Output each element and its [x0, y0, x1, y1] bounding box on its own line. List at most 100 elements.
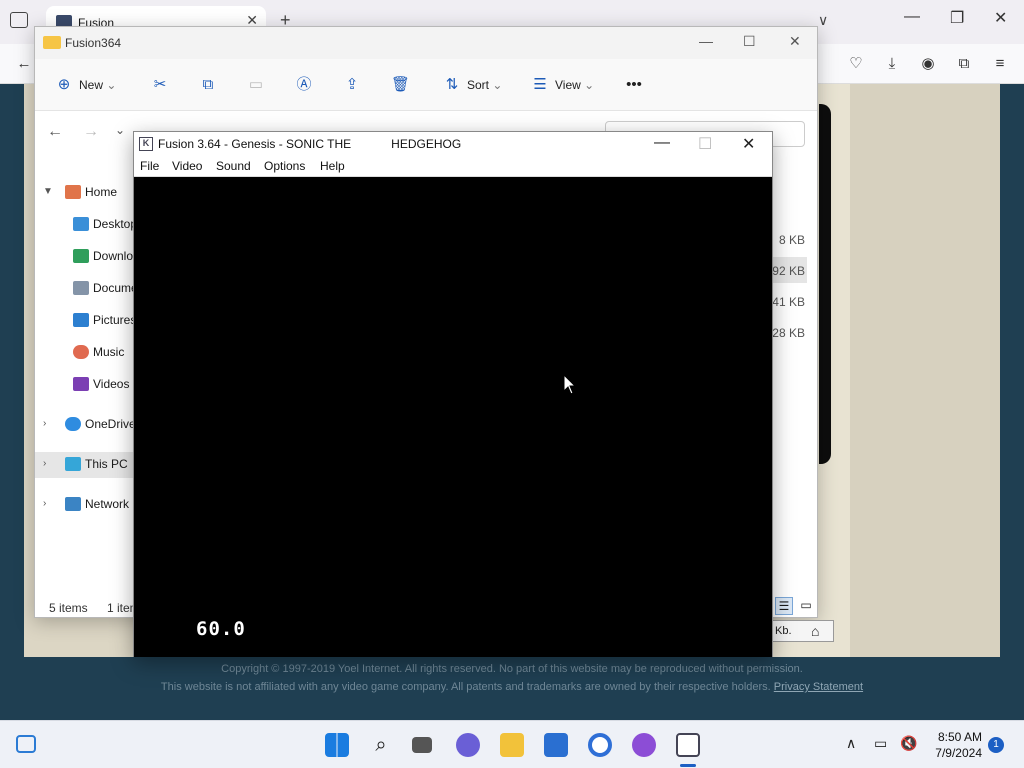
share-icon: ⇪	[345, 76, 359, 93]
nav-item-pictures[interactable]: Pictures	[35, 309, 145, 331]
navigation-pane: ▼ Home Desktop Downloads Documents Pictu…	[35, 167, 145, 587]
minimize-icon[interactable]: —	[904, 8, 920, 26]
chevron-right-icon: ›	[43, 498, 47, 509]
paste-button[interactable]: ▭	[247, 75, 271, 95]
fusion-taskbar-icon[interactable]	[676, 733, 700, 757]
close-icon[interactable]: ✕	[742, 134, 755, 154]
page-footer: Copyright © 1997-2019 Yoel Internet. All…	[0, 660, 1024, 720]
fusion-title-bar: K Fusion 3.64 - Genesis - SONIC THE HEDG…	[134, 132, 772, 156]
account-icon[interactable]: ◉	[918, 54, 938, 74]
nav-item-this-pc[interactable]: › This PC	[35, 453, 145, 475]
download-icon	[73, 249, 89, 263]
extensions-icon[interactable]: ⧉	[954, 54, 974, 74]
close-icon[interactable]: ✕	[789, 33, 801, 50]
close-icon[interactable]: ✕	[994, 8, 1007, 28]
download-icon[interactable]: ⤓	[882, 54, 902, 74]
cut-button[interactable]: ✂	[151, 75, 175, 95]
explorer-title: Fusion364	[65, 36, 122, 50]
cloud-icon	[65, 417, 81, 431]
start-icon[interactable]	[325, 733, 349, 757]
view-toggle: ☰ ▭	[773, 597, 817, 617]
widgets-icon[interactable]	[16, 735, 36, 753]
nav-item-downloads[interactable]: Downloads	[35, 245, 145, 267]
chat-icon[interactable]	[456, 733, 480, 757]
ellipsis-icon: •••	[626, 76, 642, 93]
menu-options[interactable]: Options	[264, 159, 305, 173]
document-icon	[73, 281, 89, 295]
new-button[interactable]: ⊕ New ⌄	[55, 75, 117, 95]
copy-button[interactable]: ⧉	[199, 75, 223, 95]
page-dark-panel	[819, 104, 831, 464]
view-button[interactable]: ☰ View ⌄	[531, 75, 594, 95]
notification-badge[interactable]: 1	[988, 737, 1004, 753]
nav-item-videos[interactable]: Videos	[35, 373, 145, 395]
restore-icon[interactable]: ❐	[950, 8, 964, 28]
menu-video[interactable]: Video	[172, 159, 202, 173]
search-icon[interactable]: ⌕	[369, 733, 393, 757]
explorer-title-bar: Fusion364 — ☐ ✕	[35, 27, 817, 59]
chevron-right-icon: ›	[43, 458, 47, 469]
home-icon[interactable]: ⌂	[811, 623, 819, 639]
details-view-icon[interactable]: ☰	[775, 597, 793, 615]
chevron-right-icon: ›	[43, 418, 47, 429]
chrome-icon[interactable]	[588, 733, 612, 757]
firefox-icon[interactable]	[632, 733, 656, 757]
volume-muted-icon[interactable]: 🔇	[900, 735, 917, 752]
privacy-statement-link[interactable]: Privacy Statement	[774, 681, 863, 693]
forward-icon[interactable]: →	[83, 123, 99, 141]
fusion-menu-bar: File Video Sound Options Help	[134, 156, 772, 177]
chevron-up-icon[interactable]: ∧	[846, 735, 856, 752]
more-options-button[interactable]: •••	[625, 75, 649, 95]
rename-button[interactable]: Ⓐ	[295, 75, 319, 95]
tiles-view-icon[interactable]: ▭	[797, 597, 815, 615]
fusion-emulator-window: K Fusion 3.64 - Genesis - SONIC THE HEDG…	[133, 131, 773, 657]
footer-disclaimer: This website is not affiliated with any …	[160, 681, 771, 693]
back-icon[interactable]: ←	[14, 54, 34, 74]
menu-icon[interactable]: ≡	[990, 54, 1010, 74]
network-status-icon[interactable]: ▭	[874, 735, 887, 752]
item-count: 5 items	[49, 601, 88, 615]
taskbar: ⌕ ∧ ▭ 🔇 8:50 AM 7/9/2024 1	[0, 720, 1024, 768]
tab-list-icon[interactable]	[10, 12, 28, 28]
nav-item-documents[interactable]: Documents	[35, 277, 145, 299]
nav-item-network[interactable]: › Network	[35, 493, 145, 515]
file-explorer-icon[interactable]	[500, 733, 524, 757]
fusion-app-icon: K	[139, 137, 153, 151]
task-view-icon[interactable]	[412, 737, 432, 753]
chevron-down-icon: ▼	[43, 186, 53, 197]
nav-item-music[interactable]: Music	[35, 341, 145, 363]
minimize-icon[interactable]: —	[699, 33, 713, 49]
file-size: 8 KB	[778, 233, 805, 247]
folder-icon	[43, 36, 61, 49]
clock-time[interactable]: 8:50 AM	[930, 730, 982, 744]
network-icon	[65, 497, 81, 511]
selection-count: 1 item	[107, 601, 133, 615]
trash-icon: 🗑	[391, 76, 411, 93]
chevron-down-icon[interactable]: ∨	[818, 12, 828, 29]
game-screen[interactable]: 60.0	[134, 177, 772, 657]
file-size: 41 KB	[772, 295, 805, 309]
file-size: 28 KB	[772, 326, 805, 340]
plus-icon: ⊕	[57, 76, 71, 93]
maximize-icon[interactable]: ☐	[743, 33, 756, 50]
share-button[interactable]: ⇪	[343, 75, 367, 95]
menu-sound[interactable]: Sound	[216, 159, 251, 173]
clock-date[interactable]: 7/9/2024	[930, 746, 982, 760]
minimize-icon[interactable]: —	[654, 134, 670, 152]
kb-label: Kb.	[775, 625, 792, 637]
menu-help[interactable]: Help	[320, 159, 345, 173]
footer-copyright: Copyright © 1997-2019 Yoel Internet. All…	[221, 663, 803, 675]
mouse-cursor-icon	[563, 373, 577, 395]
recent-locations-icon[interactable]: ⌄	[115, 123, 125, 137]
nav-item-home[interactable]: ▼ Home	[35, 181, 145, 203]
pocket-icon[interactable]: ♡	[846, 54, 866, 74]
menu-file[interactable]: File	[140, 159, 159, 173]
store-icon[interactable]	[544, 733, 568, 757]
desktop-icon	[73, 217, 89, 231]
delete-button[interactable]: 🗑	[391, 75, 415, 95]
nav-item-onedrive[interactable]: › OneDrive	[35, 413, 145, 435]
sort-button[interactable]: ⇅ Sort ⌄	[443, 75, 503, 95]
nav-item-desktop[interactable]: Desktop	[35, 213, 145, 235]
back-icon[interactable]: ←	[47, 123, 63, 141]
maximize-icon[interactable]: ☐	[698, 134, 712, 154]
